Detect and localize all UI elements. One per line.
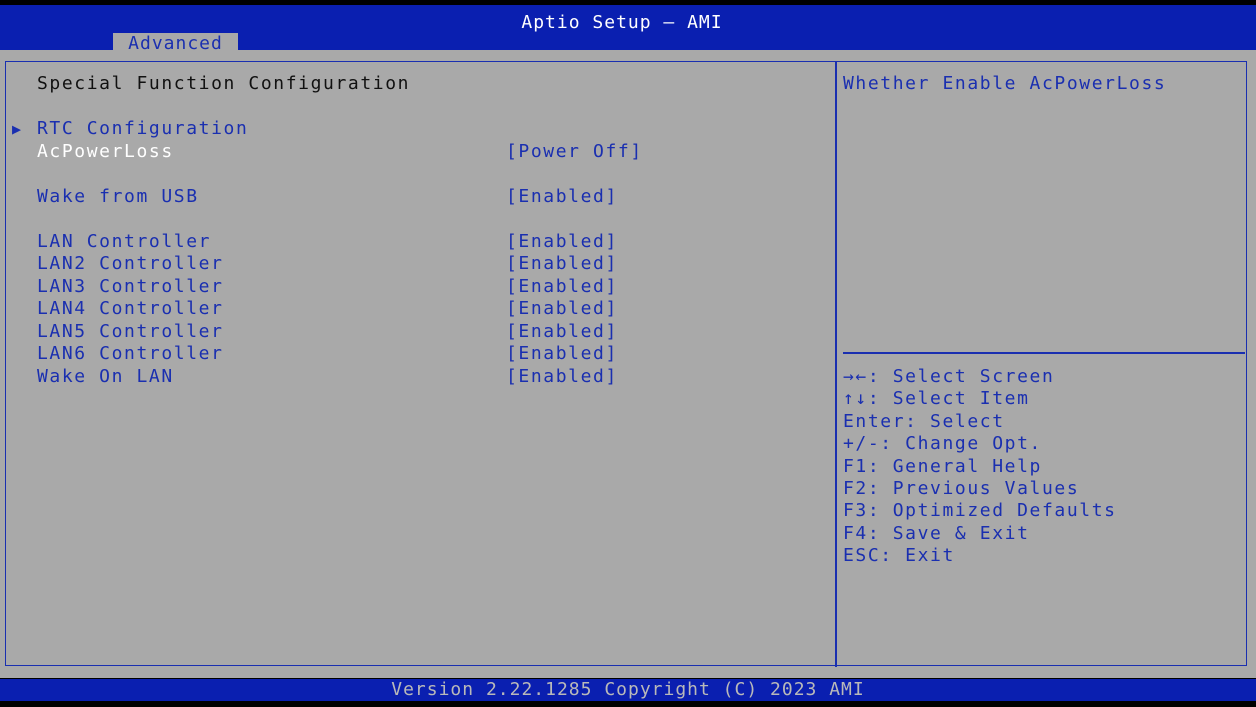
help-key-f4: F4: Save & Exit	[843, 523, 1030, 544]
help-key-f2: F2: Previous Values	[843, 478, 1080, 499]
page-title: Special Function Configuration	[37, 73, 411, 94]
help-key-f3: F3: Optimized Defaults	[843, 500, 1117, 521]
lan4-controller-value[interactable]: [Enabled]	[506, 298, 618, 320]
lan3-controller-value[interactable]: [Enabled]	[506, 276, 618, 298]
help-divider	[843, 352, 1245, 354]
help-key-f1: F1: General Help	[843, 456, 1042, 477]
help-key-select-item: ↑↓: Select Item	[843, 388, 1030, 409]
vertical-divider	[835, 61, 837, 667]
rtc-configuration-submenu[interactable]: RTC Configuration	[37, 118, 248, 140]
submenu-arrow-icon: ▶	[12, 120, 22, 138]
wake-on-lan-label[interactable]: Wake On LAN	[37, 366, 174, 388]
lan4-controller-label[interactable]: LAN4 Controller	[37, 298, 224, 320]
lan2-controller-label[interactable]: LAN2 Controller	[37, 253, 224, 275]
lan6-controller-value[interactable]: [Enabled]	[506, 343, 618, 365]
lan-controller-value[interactable]: [Enabled]	[506, 231, 618, 253]
lan5-controller-value[interactable]: [Enabled]	[506, 321, 618, 343]
version-text: Version 2.22.1285 Copyright (C) 2023 AMI	[391, 679, 865, 700]
ac-power-loss-label[interactable]: AcPowerLoss	[37, 141, 174, 163]
wake-on-lan-value[interactable]: [Enabled]	[506, 366, 618, 388]
lan3-controller-label[interactable]: LAN3 Controller	[37, 276, 224, 298]
lan5-controller-label[interactable]: LAN5 Controller	[37, 321, 224, 343]
wake-from-usb-label[interactable]: Wake from USB	[37, 186, 199, 208]
lan6-controller-label[interactable]: LAN6 Controller	[37, 343, 224, 365]
help-key-enter: Enter: Select	[843, 411, 1005, 432]
ac-power-loss-value[interactable]: [Power Off]	[506, 141, 643, 163]
footer-bar: Version 2.22.1285 Copyright (C) 2023 AMI	[0, 679, 1256, 701]
lan-controller-label[interactable]: LAN Controller	[37, 231, 211, 253]
wake-from-usb-value[interactable]: [Enabled]	[506, 186, 618, 208]
help-key-esc: ESC: Exit	[843, 545, 955, 566]
help-key-change-opt: +/-: Change Opt.	[843, 433, 1042, 454]
help-description: Whether Enable AcPowerLoss	[843, 73, 1167, 94]
title-bar: Aptio Setup – AMI Advanced	[0, 5, 1256, 55]
lan2-controller-value[interactable]: [Enabled]	[506, 253, 618, 275]
app-title: Aptio Setup – AMI	[521, 12, 723, 33]
help-key-select-screen: →←: Select Screen	[843, 366, 1055, 387]
